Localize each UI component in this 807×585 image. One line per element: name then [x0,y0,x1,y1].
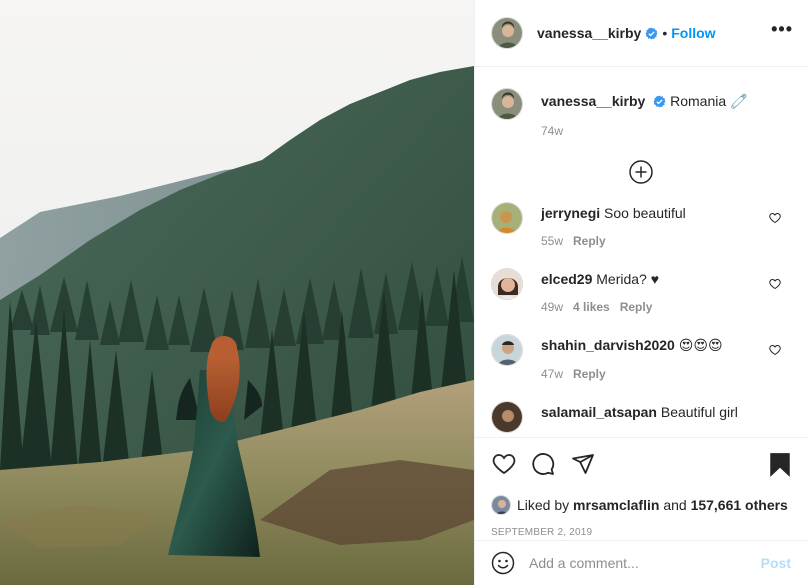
caption-age[interactable]: 74w [541,124,563,138]
comment-username[interactable]: jerrynegi [541,205,600,221]
comment-username[interactable]: elced29 [541,271,592,287]
comment-age[interactable]: 49w [541,300,563,314]
heart-icon[interactable] [769,278,781,290]
instagram-post: vanessa__kirby • Follow ••• vanessa__kir… [0,0,807,585]
follow-button[interactable]: Follow [671,25,715,41]
liker-username[interactable]: mrsamclaflin [573,497,659,513]
likes-count[interactable]: 157,661 others [691,497,788,513]
comment-item: shahin_darvish2020 😍😍😍 47w Reply [475,334,807,381]
post-comment-button[interactable]: Post [761,555,791,571]
likes-and: and [663,497,687,513]
mountain-landscape-image [0,0,474,585]
comments-list[interactable]: vanessa__kirby Romania 🧷 74w jerrynegi S… [475,68,807,437]
heart-icon[interactable] [769,212,781,224]
commenter-avatar[interactable] [491,268,523,300]
paper-plane-icon[interactable] [571,452,595,476]
comment-text: Merida? ♥ [596,271,660,287]
comment-item: jerrynegi Soo beautiful 55w Reply [475,202,807,248]
commenter-avatar[interactable] [491,401,523,433]
reply-button[interactable]: Reply [573,234,606,248]
comment-icon[interactable] [531,452,555,476]
comment-likes-count[interactable]: 4 likes [573,300,610,314]
plus-circle-icon[interactable] [629,160,653,184]
separator-dot: • [662,25,668,41]
comment-text: 😍😍😍 [678,337,723,353]
bookmark-icon[interactable] [769,452,791,478]
comment-text: Soo beautiful [604,205,686,221]
reply-button[interactable]: Reply [573,367,606,381]
commenter-avatar[interactable] [491,334,523,366]
comment-item: salamail_atsapan Beautiful girl [475,401,807,433]
comment-username[interactable]: salamail_atsapan [541,404,657,420]
caption-author-avatar[interactable] [491,88,523,120]
verified-badge-icon [653,95,666,108]
caption-emoji: 🧷 [730,93,748,109]
comment-username[interactable]: shahin_darvish2020 [541,337,675,353]
post-photo[interactable] [0,0,474,585]
liker-avatar[interactable] [491,495,511,515]
action-icons [491,452,791,478]
load-more-comments[interactable] [475,160,807,184]
post-header: vanessa__kirby • Follow ••• [475,0,807,67]
heart-icon[interactable] [769,344,781,356]
author-avatar[interactable] [491,17,523,49]
verified-badge-icon [645,27,658,39]
smiley-icon[interactable] [491,551,515,575]
add-comment-bar: Post [475,540,807,585]
post-side-panel: vanessa__kirby • Follow ••• vanessa__kir… [474,0,807,585]
comment-item: elced29 Merida? ♥ 49w 4 likes Reply [475,268,807,314]
comment-input[interactable] [529,555,761,571]
post-date[interactable]: SEPTEMBER 2, 2019 [491,527,791,538]
likes-summary: Liked by mrsamclaflin and 157,661 others [491,495,791,515]
heart-icon[interactable] [491,452,517,476]
comment-age[interactable]: 55w [541,234,563,248]
comment-text: Beautiful girl [660,404,738,420]
action-bar: Liked by mrsamclaflin and 157,661 others… [475,437,807,538]
post-caption: vanessa__kirby Romania 🧷 74w [475,68,807,138]
commenter-avatar[interactable] [491,202,523,234]
reply-button[interactable]: Reply [620,300,653,314]
author-username[interactable]: vanessa__kirby [537,25,641,41]
more-options-icon[interactable]: ••• [771,20,793,38]
caption-text: Romania [670,93,727,109]
caption-username[interactable]: vanessa__kirby [541,93,645,109]
comment-age[interactable]: 47w [541,367,563,381]
likes-prefix: Liked by [517,497,570,513]
